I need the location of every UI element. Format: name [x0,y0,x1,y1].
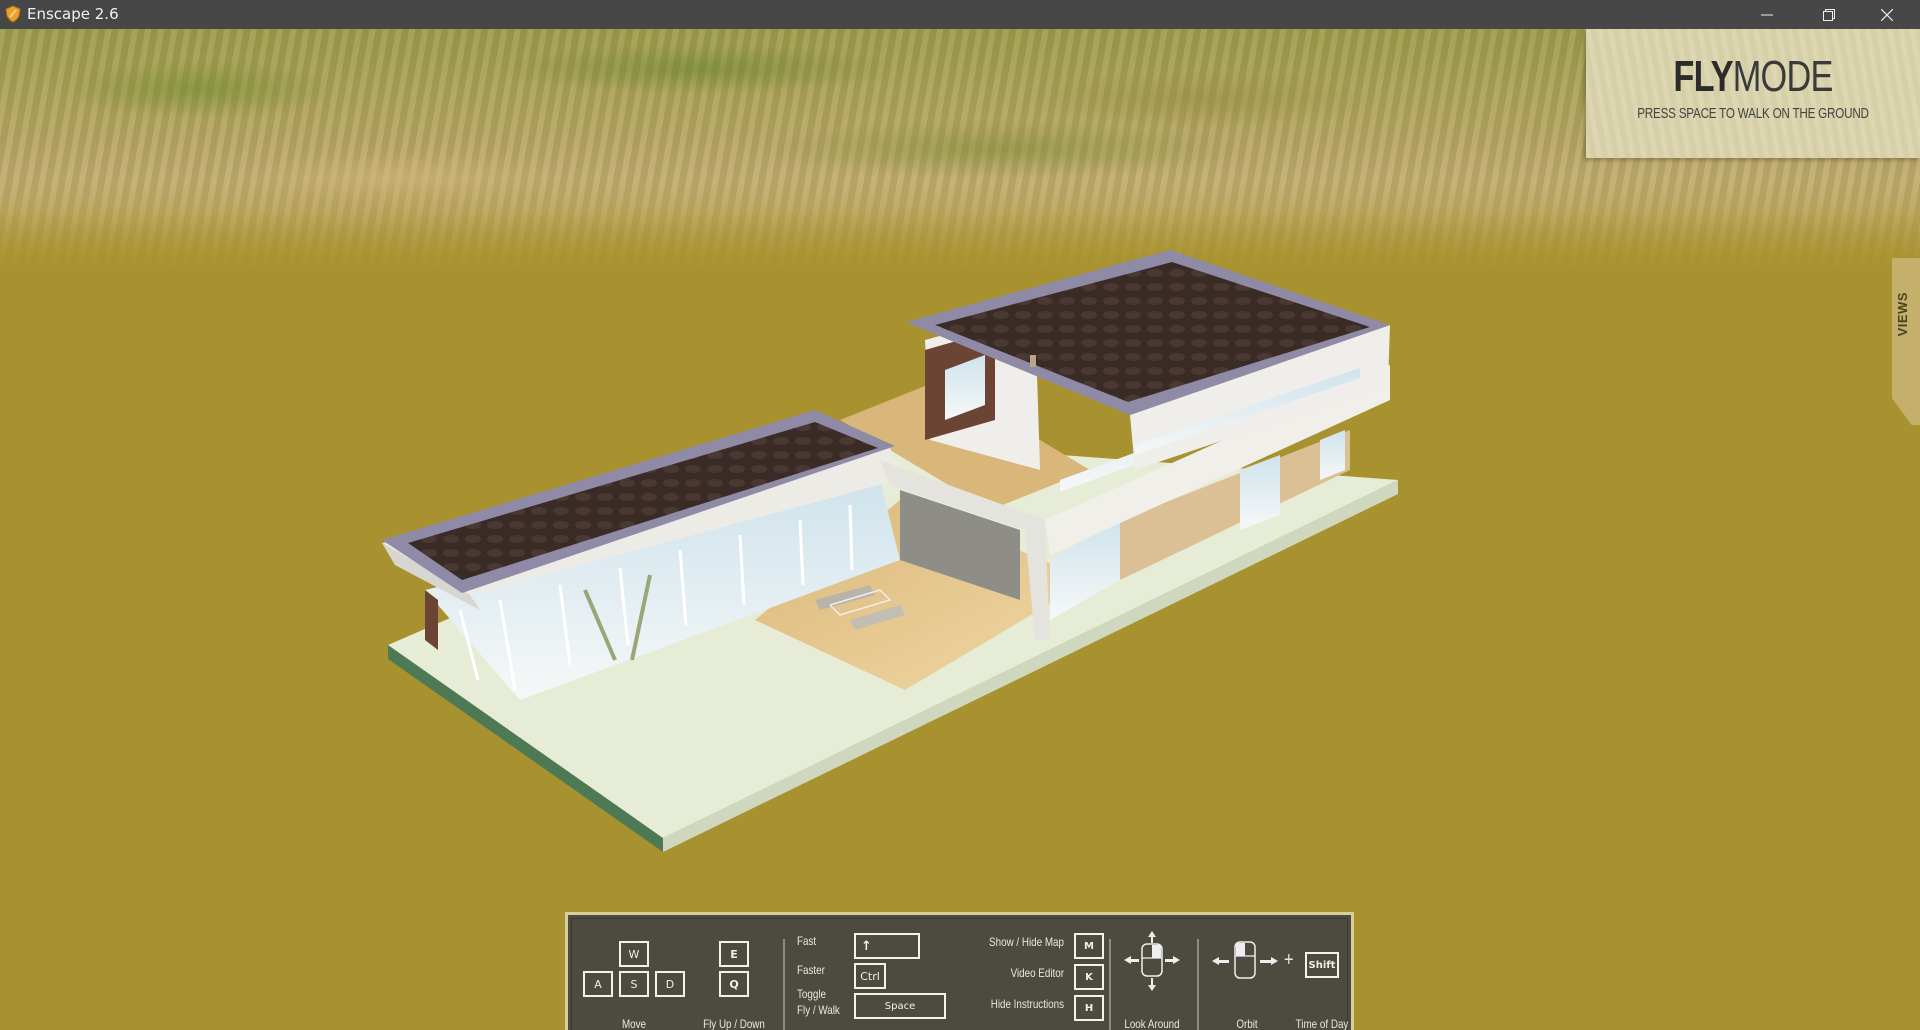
video-editor-label: Video Editor [1010,966,1064,980]
map-label: Show / Hide Map [989,935,1064,949]
mode-title: FLYMODE [1673,52,1833,101]
separator [783,939,785,1030]
look-around-label: Look Around [1124,1017,1180,1030]
key-shift: Shift [1305,952,1339,978]
mouse-orbit-icon [1212,941,1278,979]
key-w: W [619,941,649,967]
move-label: Move [621,1017,647,1030]
fly-label: Fly Up / Down [703,1017,765,1030]
instructions-panel: W A S D Move E Q Fly Up / Down Fast ↑ Fa… [565,912,1354,1030]
close-button[interactable] [1858,0,1916,29]
title-bar: Enscape 2.6 [0,0,1920,29]
close-icon [1881,8,1893,21]
mode-hint: PRESS SPACE TO WALK ON THE GROUND [1637,105,1869,122]
shift-arrow-icon: ↑ [854,933,920,959]
orbit-label: Orbit [1236,1017,1258,1030]
restore-button[interactable] [1800,0,1858,29]
faster-label: Faster [797,963,825,977]
separator [1109,939,1111,1030]
key-a: A [583,971,613,997]
key-d: D [655,971,685,997]
key-ctrl: Ctrl [854,963,886,989]
toggle-label-1: Toggle [797,987,827,1001]
key-s: S [619,971,649,997]
hide-instructions-label: Hide Instructions [990,997,1064,1011]
plus-sign: + [1284,949,1294,971]
key-k: K [1074,964,1104,990]
key-space: Space [854,993,946,1019]
window-title: Enscape 2.6 [27,5,119,23]
key-q: Q [719,971,749,997]
views-tab[interactable]: VIEWS [1892,258,1920,425]
time-of-day-label: Time of Day [1295,1017,1349,1030]
restore-icon [1823,8,1835,21]
key-e: E [719,941,749,967]
house-model[interactable] [0,29,1920,1030]
fly-mode-banner: FLYMODE PRESS SPACE TO WALK ON THE GROUN… [1586,29,1920,158]
key-m: M [1074,933,1104,959]
minimize-icon [1761,14,1773,15]
key-h: H [1074,995,1104,1021]
enscape-logo-icon [5,5,21,23]
render-viewport[interactable]: FLYMODE PRESS SPACE TO WALK ON THE GROUN… [0,29,1920,1030]
separator [1197,939,1199,1030]
toggle-label-2: Fly / Walk [797,1003,840,1017]
mouse-look-icon [1124,931,1180,991]
views-tab-label: VIEWS [1895,292,1910,337]
fast-label: Fast [797,934,817,948]
minimize-button[interactable] [1738,0,1796,29]
